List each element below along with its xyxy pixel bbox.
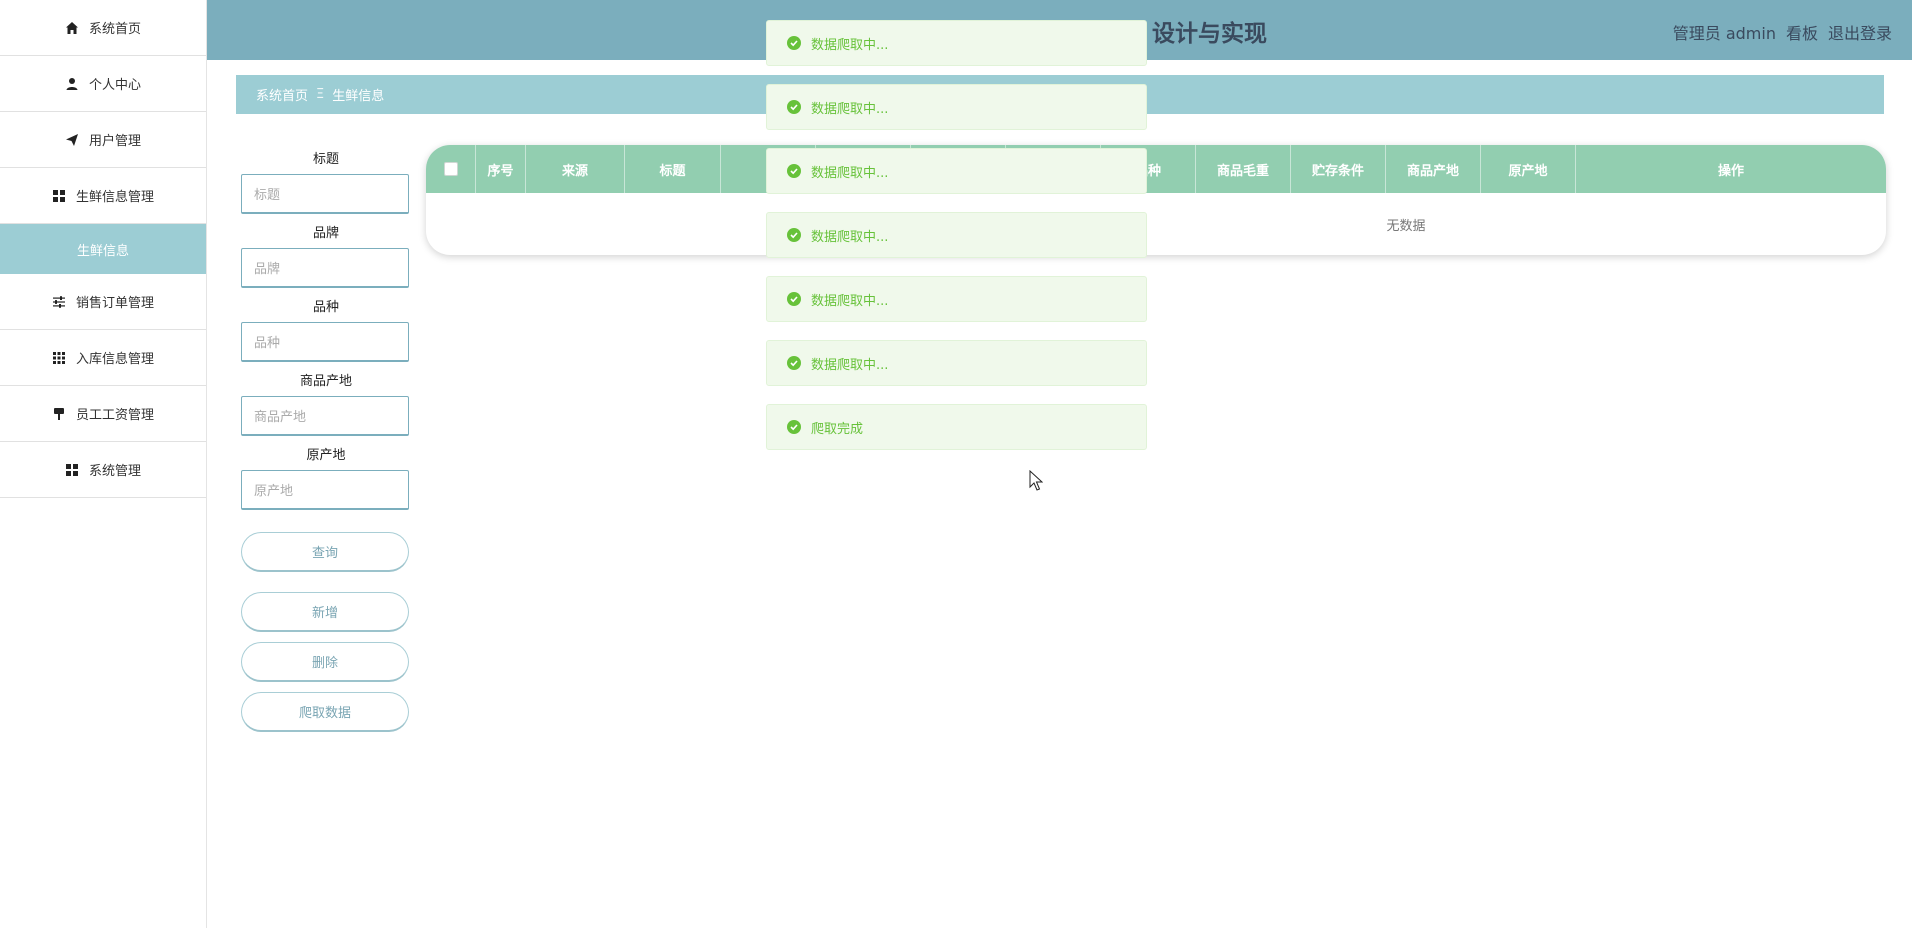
dashboard-link[interactable]: 看板 <box>1786 20 1818 44</box>
success-icon <box>787 228 801 242</box>
search-field-label: 标题 <box>312 152 339 167</box>
sidebar-item-fresh-management[interactable]: 生鲜信息管理 <box>0 168 206 224</box>
search-panel: 标题 标题 品牌 品牌 品种 品种 商品产地 商品产地 原产地 原产地 查询 新… <box>241 150 411 732</box>
breadcrumb-home-link[interactable]: 系统首页 <box>256 85 308 104</box>
search-field-variety: 品种 品种 <box>241 298 411 362</box>
stamp-icon <box>52 407 66 421</box>
success-icon <box>787 356 801 370</box>
select-all-checkbox[interactable] <box>443 162 458 176</box>
sidebar-item-label: 个人中心 <box>88 78 141 93</box>
sidebar-item-fresh-info[interactable]: 生鲜信息 <box>0 224 206 274</box>
sidebar-item-label: 系统管理 <box>88 464 141 479</box>
title-input[interactable]: 标题 <box>241 174 409 214</box>
sidebar-item-label: 入库信息管理 <box>75 352 154 367</box>
toast-text: 数据爬取中... <box>811 37 889 53</box>
table-header: 序号 来源 标题 品种 商品毛重 贮存条件 商品产地 原产地 操作 <box>426 145 1886 193</box>
sidebar-item-inbound[interactable]: 入库信息管理 <box>0 330 206 386</box>
mouse-cursor-icon <box>1029 470 1043 491</box>
sidebar-item-profile[interactable]: 个人中心 <box>0 56 206 112</box>
sidebar-item-users[interactable]: 用户管理 <box>0 112 206 168</box>
toast-message: 数据爬取中... <box>766 20 1147 66</box>
search-field-label: 商品产地 <box>299 374 352 389</box>
success-icon <box>787 292 801 306</box>
column-header: 商品产地 <box>1386 145 1481 193</box>
toast-message: 数据爬取中... <box>766 276 1147 322</box>
variety-input[interactable]: 品种 <box>241 322 409 362</box>
sidebar-item-label: 销售订单管理 <box>75 296 154 311</box>
search-field-label: 原产地 <box>306 448 346 463</box>
data-table: 序号 来源 标题 品种 商品毛重 贮存条件 商品产地 原产地 操作 无数据 <box>426 145 1886 255</box>
breadcrumb-separator: Ξ <box>316 87 325 102</box>
column-header: 标题 <box>625 145 721 193</box>
main-area: 设计与实现 管理员 admin 看板 退出登录 系统首页 Ξ 生鲜信息 标题 标… <box>207 0 1912 928</box>
sidebar-item-system[interactable]: 系统管理 <box>0 442 206 498</box>
column-header: 商品毛重 <box>1196 145 1291 193</box>
toast-text: 数据爬取中... <box>811 165 889 181</box>
toast-message: 数据爬取中... <box>766 212 1147 258</box>
toast-message: 爬取完成 <box>766 404 1147 450</box>
search-field-product-origin: 商品产地 商品产地 <box>241 372 411 436</box>
sidebar-item-label: 用户管理 <box>88 134 141 149</box>
sidebar-item-sales-orders[interactable]: 销售订单管理 <box>0 274 206 330</box>
sidebar-item-label: 员工工资管理 <box>75 408 154 423</box>
search-field-title: 标题 标题 <box>241 150 411 214</box>
product-origin-input[interactable]: 商品产地 <box>241 396 409 436</box>
table-empty-text: 无数据 <box>426 193 1886 255</box>
home-icon <box>65 21 79 35</box>
toast-message: 数据爬取中... <box>766 84 1147 130</box>
brand-input[interactable]: 品牌 <box>241 248 409 288</box>
grid-icon <box>52 189 66 203</box>
origin-input[interactable]: 原产地 <box>241 470 409 510</box>
toast-text: 数据爬取中... <box>811 101 889 117</box>
column-header: 操作 <box>1717 163 1744 179</box>
logout-link[interactable]: 退出登录 <box>1828 20 1892 44</box>
success-icon <box>787 36 801 50</box>
header-user-menu: 管理员 admin 看板 退出登录 <box>1673 20 1892 44</box>
success-icon <box>787 164 801 178</box>
search-field-brand: 品牌 品牌 <box>241 224 411 288</box>
sidebar-item-label: 系统首页 <box>88 22 141 37</box>
watermark: CSDN @QQ__2079523559 <box>1450 876 1906 916</box>
sidebar-item-label: 生鲜信息管理 <box>75 190 154 205</box>
search-field-label: 品牌 <box>312 226 339 241</box>
success-icon <box>787 100 801 114</box>
breadcrumb-current: 生鲜信息 <box>332 89 385 104</box>
send-icon <box>65 133 79 147</box>
add-button[interactable]: 新增 <box>241 592 409 632</box>
success-icon <box>787 420 801 434</box>
toast-message: 数据爬取中... <box>766 148 1147 194</box>
search-field-origin: 原产地 原产地 <box>241 446 411 510</box>
sidebar-item-home[interactable]: 系统首页 <box>0 0 206 56</box>
current-user-label: 管理员 admin <box>1672 24 1776 43</box>
toast-text: 爬取完成 <box>811 421 864 437</box>
crawl-data-button[interactable]: 爬取数据 <box>241 692 409 732</box>
grid-icon <box>65 463 79 477</box>
search-field-label: 品种 <box>312 300 339 315</box>
column-header: 原产地 <box>1481 145 1576 193</box>
query-button[interactable]: 查询 <box>241 532 409 572</box>
toast-message: 数据爬取中... <box>766 340 1147 386</box>
sliders-icon <box>52 295 66 309</box>
toast-text: 数据爬取中... <box>811 357 889 373</box>
select-all-cell <box>426 145 476 193</box>
column-header: 贮存条件 <box>1291 145 1386 193</box>
sidebar-item-label: 生鲜信息 <box>76 243 129 259</box>
toast-text: 数据爬取中... <box>811 293 889 309</box>
apps-icon <box>52 351 66 365</box>
sidebar: 系统首页 个人中心 用户管理 生鲜信息管理 生鲜信息 销售订单管理 入库信息管理 <box>0 0 207 928</box>
delete-button[interactable]: 删除 <box>241 642 409 682</box>
column-header: 来源 <box>526 145 625 193</box>
user-icon <box>65 77 79 91</box>
column-header: 序号 <box>476 145 526 193</box>
sidebar-item-salary[interactable]: 员工工资管理 <box>0 386 206 442</box>
toast-text: 数据爬取中... <box>811 229 889 245</box>
